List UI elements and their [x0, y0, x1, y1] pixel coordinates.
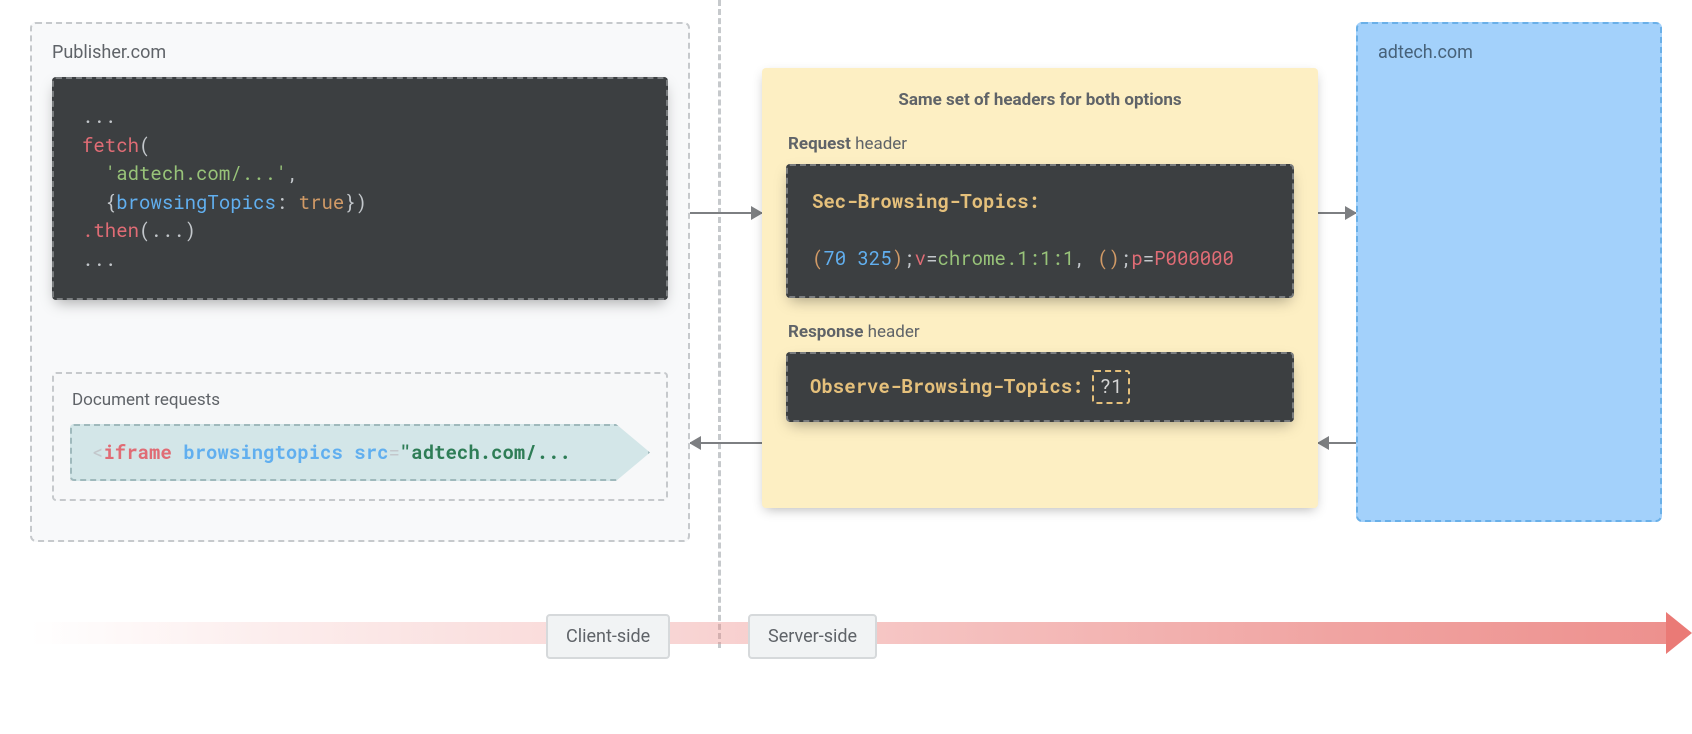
adtech-title: adtech.com: [1378, 42, 1640, 63]
code-text: Sec-Browsing-Topics:: [812, 189, 1040, 214]
headers-panel: Same set of headers for both options Req…: [762, 68, 1318, 508]
code-text: true: [299, 190, 345, 215]
code-text: =: [926, 246, 937, 271]
adtech-panel: adtech.com: [1356, 22, 1662, 522]
arrow-adtech-to-headers: [1318, 442, 1356, 444]
code-text: 'adtech.com/...': [105, 161, 287, 186]
code-text: Observe-Browsing-Topics:: [810, 373, 1084, 402]
code-text: ;: [1120, 246, 1131, 271]
code-text: ;: [903, 246, 914, 271]
client-server-divider: [718, 0, 721, 648]
code-text: :: [276, 190, 299, 215]
code-text: ): [892, 246, 903, 271]
server-side-label: Server-side: [748, 614, 877, 659]
iframe-tag-chip: <iframe browsingtopics src="adtech.com/.…: [70, 424, 650, 481]
label-text: Response: [788, 322, 863, 342]
code-text: browsingtopics: [183, 440, 343, 465]
code-text: browsingTopics: [116, 190, 276, 215]
code-text: {: [105, 190, 116, 215]
arrow-headers-to-doc: [690, 442, 762, 444]
code-text: ,: [287, 161, 298, 186]
document-requests-panel: Document requests <iframe browsingtopics…: [52, 372, 668, 501]
label-text: header: [851, 134, 907, 154]
code-text: =: [389, 440, 400, 465]
code-text: fetch: [82, 133, 139, 158]
label-text: Request: [788, 134, 851, 154]
client-side-label: Client-side: [546, 614, 670, 659]
code-text: chrome.1:1:1: [937, 246, 1074, 271]
code-text: P000000: [1154, 246, 1234, 271]
label-text: header: [863, 322, 919, 342]
publisher-title: Publisher.com: [52, 42, 668, 63]
response-value-token: ?1: [1092, 370, 1131, 405]
code-text: (): [1097, 246, 1120, 271]
response-header-code: Observe-Browsing-Topics: ?1: [786, 352, 1294, 423]
request-header-label: Request header: [788, 134, 1294, 154]
arrow-headers-to-adtech: [1318, 212, 1356, 214]
code-text: (: [139, 133, 150, 158]
response-header-label: Response header: [788, 322, 1294, 342]
code-text: ,: [1074, 246, 1097, 271]
code-text: p: [1131, 246, 1142, 271]
code-text: ...: [82, 247, 116, 272]
request-header-code: Sec-Browsing-Topics: (70 325);v=chrome.1…: [786, 164, 1294, 298]
code-text: =: [1143, 246, 1154, 271]
code-text: "adtech.com/...: [400, 440, 571, 465]
code-text: v: [915, 246, 926, 271]
code-text: src: [354, 440, 388, 465]
document-requests-title: Document requests: [72, 390, 650, 410]
headers-title: Same set of headers for both options: [786, 90, 1294, 110]
arrow-fetch-to-headers: [690, 212, 762, 214]
code-text: 325: [858, 246, 892, 271]
fetch-code-block: ... fetch( 'adtech.com/...', {browsingTo…: [52, 77, 668, 300]
code-text: (: [812, 246, 823, 271]
code-text: 70: [823, 246, 846, 271]
code-text: (...): [139, 218, 196, 243]
code-text: ...: [82, 104, 116, 129]
code-text: }): [344, 190, 367, 215]
code-text: <: [92, 440, 103, 465]
publisher-panel: Publisher.com ... fetch( 'adtech.com/...…: [30, 22, 690, 542]
code-text: iframe: [103, 440, 171, 465]
code-text: .then: [82, 218, 139, 243]
